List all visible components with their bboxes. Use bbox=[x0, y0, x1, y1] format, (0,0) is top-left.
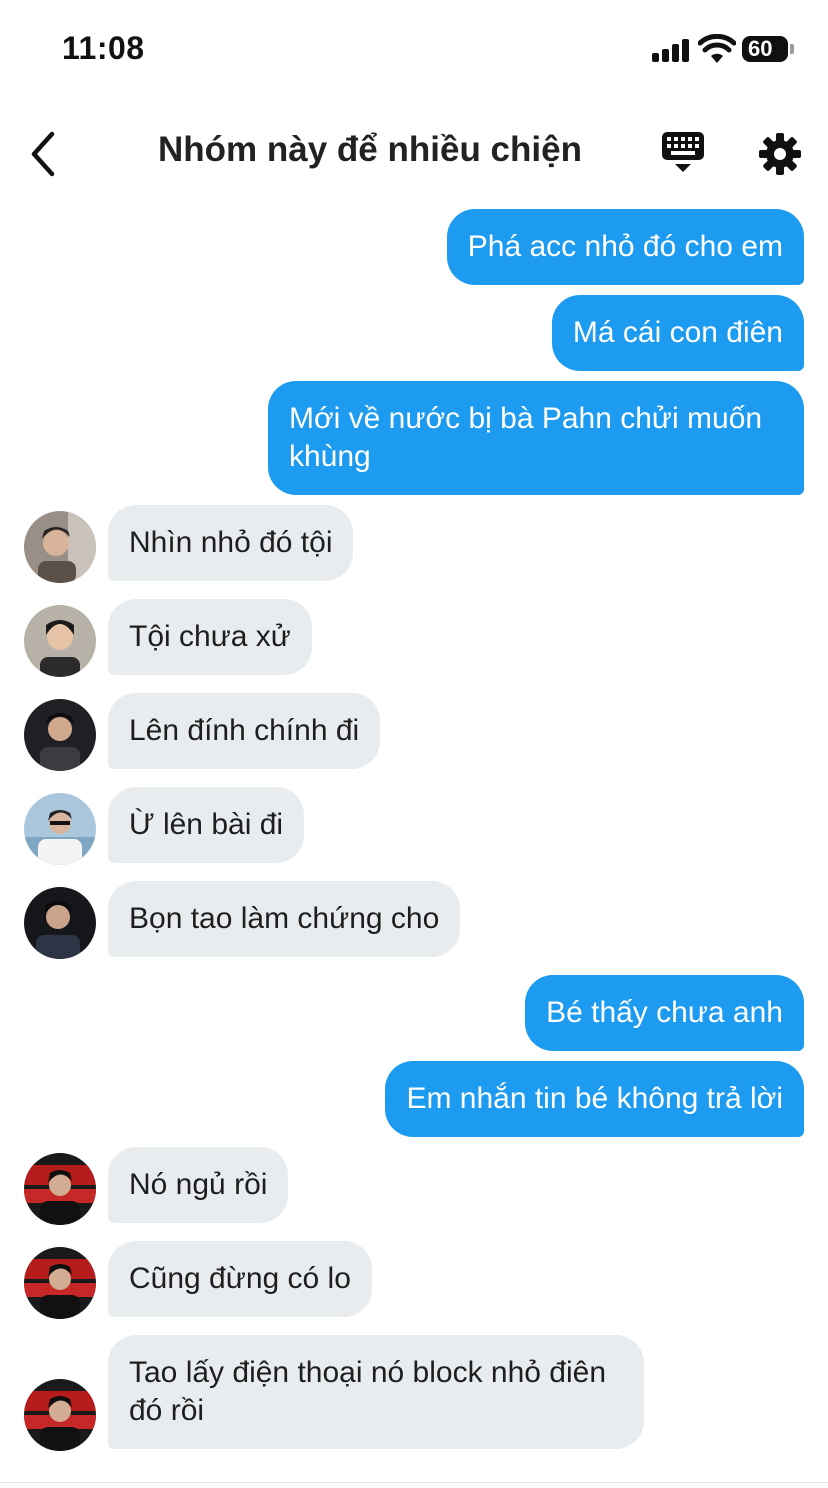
incoming-message[interactable]: Bọn tao làm chứng cho bbox=[108, 881, 461, 957]
keyboard-icon[interactable] bbox=[660, 130, 710, 176]
incoming-message[interactable]: Nó ngủ rồi bbox=[108, 1147, 289, 1223]
avatar[interactable] bbox=[24, 793, 96, 865]
incoming-message[interactable]: Nhìn nhỏ đó tội bbox=[108, 505, 354, 581]
avatar[interactable] bbox=[24, 605, 96, 677]
avatar[interactable] bbox=[24, 1379, 96, 1451]
outgoing-message[interactable]: Phá acc nhỏ đó cho em bbox=[446, 209, 804, 285]
incoming-message[interactable]: Tội chưa xử bbox=[108, 599, 312, 675]
avatar[interactable] bbox=[24, 887, 96, 959]
outgoing-message[interactable]: Em nhắn tin bé không trả lời bbox=[385, 1061, 804, 1137]
avatar[interactable] bbox=[24, 699, 96, 771]
avatar[interactable] bbox=[24, 511, 96, 583]
avatar[interactable] bbox=[24, 1247, 96, 1319]
cellular-signal-icon bbox=[652, 38, 692, 62]
status-time: 11:08 bbox=[62, 30, 145, 66]
incoming-message[interactable]: Lên đính chính đi bbox=[108, 693, 381, 769]
divider bbox=[0, 1482, 828, 1483]
battery-indicator: 60 bbox=[742, 36, 788, 62]
incoming-message[interactable]: Tao lấy điện thoại nó block nhỏ điên đó … bbox=[108, 1335, 644, 1449]
chat-header: Nhóm này để nhiều chiện bbox=[0, 96, 828, 206]
avatar[interactable] bbox=[24, 1153, 96, 1225]
incoming-message[interactable]: Ừ lên bài đi bbox=[108, 787, 305, 863]
wifi-icon bbox=[698, 34, 736, 63]
outgoing-message[interactable]: Mới về nước bị bà Pahn chửi muốn khùng bbox=[268, 381, 804, 495]
incoming-message[interactable]: Cũng đừng có lo bbox=[108, 1241, 372, 1317]
battery-cap bbox=[790, 44, 794, 54]
status-bar: 11:08 60 bbox=[0, 0, 828, 96]
conversation-title: Nhóm này để nhiều chiện bbox=[158, 130, 582, 169]
gear-icon[interactable] bbox=[756, 130, 804, 178]
outgoing-message[interactable]: Má cái con điên bbox=[551, 295, 804, 371]
outgoing-message[interactable]: Bé thấy chưa anh bbox=[525, 975, 804, 1051]
back-button[interactable] bbox=[22, 126, 72, 182]
